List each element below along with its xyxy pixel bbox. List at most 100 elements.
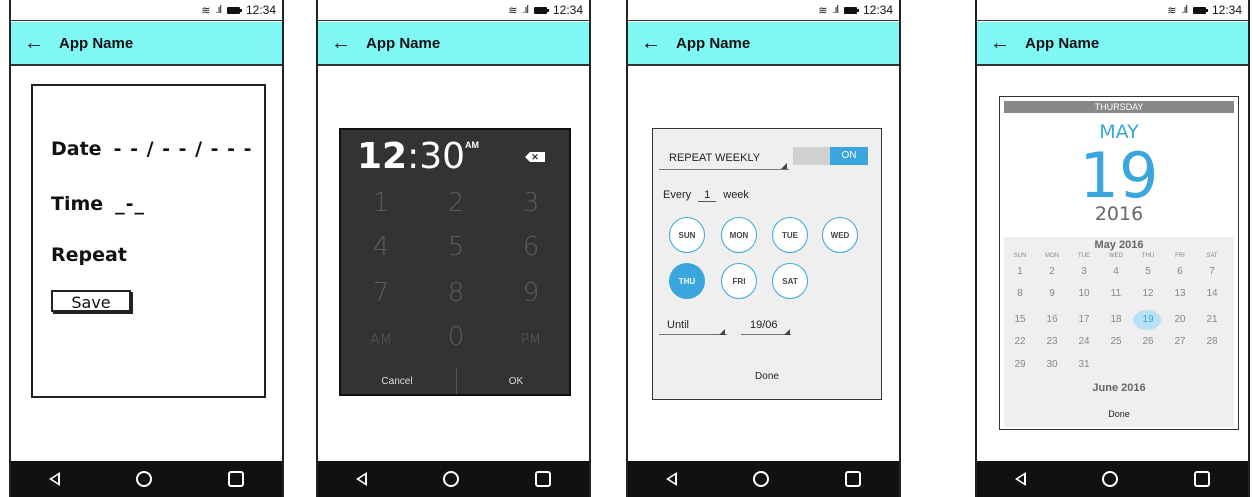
key-3[interactable]: 3	[506, 188, 556, 218]
date-cell[interactable]: 10	[1068, 288, 1100, 299]
phone-screen-repeat: ≋ .ıl 12:34 ← App Name REPEAT WEEKLY ON …	[626, 0, 901, 497]
key-am[interactable]: AM	[356, 332, 406, 348]
day-tue[interactable]: TUE	[772, 217, 808, 253]
minute-display[interactable]: :30	[407, 136, 465, 177]
date-cell[interactable]: 3	[1068, 266, 1100, 277]
app-bar: ← App Name	[977, 22, 1248, 66]
nav-recent-icon[interactable]	[228, 471, 244, 487]
date-cell[interactable]: 29	[1004, 359, 1036, 370]
day-display[interactable]: 19	[1000, 141, 1238, 211]
until-select[interactable]: Until	[667, 319, 689, 331]
date-cell[interactable]: 6	[1164, 266, 1196, 277]
date-cell[interactable]: 30	[1036, 359, 1068, 370]
repeat-label: Repeat	[51, 244, 127, 266]
key-6[interactable]: 6	[506, 232, 556, 262]
date-cell[interactable]: 31	[1068, 359, 1100, 370]
nav-back-icon[interactable]	[356, 472, 367, 486]
date-cell[interactable]: 2	[1036, 266, 1068, 277]
status-time: 12:34	[862, 3, 893, 17]
date-cell-selected[interactable]: 19	[1132, 314, 1164, 325]
date-cell[interactable]: 22	[1004, 336, 1036, 347]
battery-icon	[1192, 6, 1208, 14]
date-cell[interactable]: 27	[1164, 336, 1196, 347]
arrow-left-icon[interactable]: ←	[640, 32, 662, 55]
until-date-select[interactable]: 19/06	[750, 319, 778, 331]
date-cell[interactable]: 13	[1164, 288, 1196, 299]
date-cell[interactable]: 16	[1036, 314, 1068, 325]
date-cell[interactable]: 7	[1196, 266, 1228, 277]
date-cell[interactable]: 21	[1196, 314, 1228, 325]
time-value[interactable]: _-_	[115, 193, 145, 215]
date-cell[interactable]: 8	[1004, 288, 1036, 299]
date-cell[interactable]: 26	[1132, 336, 1164, 347]
key-1[interactable]: 1	[356, 188, 406, 218]
date-cell[interactable]: 11	[1100, 288, 1132, 299]
arrow-left-icon[interactable]: ←	[23, 32, 45, 55]
key-pm[interactable]: PM	[506, 332, 556, 348]
day-mon[interactable]: MON	[721, 217, 757, 253]
date-value[interactable]: - - / - - / - - -	[114, 138, 253, 160]
key-2[interactable]: 2	[431, 188, 481, 218]
wifi-icon: ≋	[201, 4, 210, 17]
nav-back-icon[interactable]	[666, 472, 677, 486]
hour-display[interactable]: 12	[357, 136, 407, 177]
date-row[interactable]: Date - - / - - / - - -	[51, 138, 253, 160]
done-button[interactable]: Done	[653, 371, 881, 382]
day-thu[interactable]: THU	[669, 263, 705, 299]
nav-recent-icon[interactable]	[1194, 471, 1210, 487]
date-cell[interactable]: 5	[1132, 266, 1164, 277]
save-button[interactable]: Save	[51, 290, 131, 312]
date-cell[interactable]: 15	[1004, 314, 1036, 325]
time-display: 12:30	[357, 136, 465, 177]
repeat-toggle[interactable]: ON	[793, 147, 868, 165]
phone-screen-form: ≋ .ıl 12:34 ← App Name Date - - / - - / -…	[9, 0, 284, 497]
arrow-left-icon[interactable]: ←	[330, 32, 352, 55]
time-label: Time	[51, 193, 104, 215]
key-4[interactable]: 4	[356, 232, 406, 262]
date-cell[interactable]: 1	[1004, 266, 1036, 277]
nav-home-icon[interactable]	[443, 471, 459, 487]
key-5[interactable]: 5	[431, 232, 481, 262]
repeat-mode-select[interactable]: REPEAT WEEKLY	[669, 152, 760, 164]
dropdown-arrow-icon	[719, 329, 725, 335]
date-cell[interactable]: 25	[1100, 336, 1132, 347]
day-sat[interactable]: SAT	[772, 263, 808, 299]
date-cell[interactable]: 23	[1036, 336, 1068, 347]
date-cell[interactable]: 20	[1164, 314, 1196, 325]
arrow-left-icon[interactable]: ←	[989, 32, 1011, 55]
key-9[interactable]: 9	[506, 278, 556, 308]
day-wed[interactable]: WED	[822, 217, 858, 253]
nav-back-icon[interactable]	[49, 472, 60, 486]
key-7[interactable]: 7	[356, 278, 406, 308]
date-cell[interactable]: 14	[1196, 288, 1228, 299]
until-underline	[659, 334, 727, 335]
date-cell[interactable]: 28	[1196, 336, 1228, 347]
date-cell[interactable]: 12	[1132, 288, 1164, 299]
nav-home-icon[interactable]	[1102, 471, 1118, 487]
ampm-display[interactable]: AM	[465, 140, 479, 150]
date-cell[interactable]: 24	[1068, 336, 1100, 347]
nav-back-icon[interactable]	[1015, 472, 1026, 486]
nav-home-icon[interactable]	[136, 471, 152, 487]
cancel-button[interactable]: Cancel	[367, 376, 427, 387]
time-row[interactable]: Time _-_	[51, 193, 145, 215]
dow-wed: WED	[1109, 253, 1123, 259]
date-cell[interactable]: 17	[1068, 314, 1100, 325]
ok-button[interactable]: OK	[486, 376, 546, 387]
nav-recent-icon[interactable]	[535, 471, 551, 487]
done-button[interactable]: Done	[1004, 409, 1234, 419]
day-fri[interactable]: FRI	[721, 263, 757, 299]
dropdown-arrow-icon	[784, 329, 790, 335]
date-cell[interactable]: 18	[1100, 314, 1132, 325]
nav-home-icon[interactable]	[753, 471, 769, 487]
key-8[interactable]: 8	[431, 278, 481, 308]
date-cell[interactable]: 4	[1100, 266, 1132, 277]
nav-recent-icon[interactable]	[845, 471, 861, 487]
key-0[interactable]: 0	[431, 322, 481, 352]
date-cell[interactable]: 9	[1036, 288, 1068, 299]
backspace-icon[interactable]: ✕	[525, 152, 545, 162]
day-sun[interactable]: SUN	[669, 217, 705, 253]
every-input[interactable]: 1	[698, 189, 717, 202]
repeat-row[interactable]: Repeat	[51, 244, 127, 266]
year-display[interactable]: 2016	[1000, 203, 1238, 225]
